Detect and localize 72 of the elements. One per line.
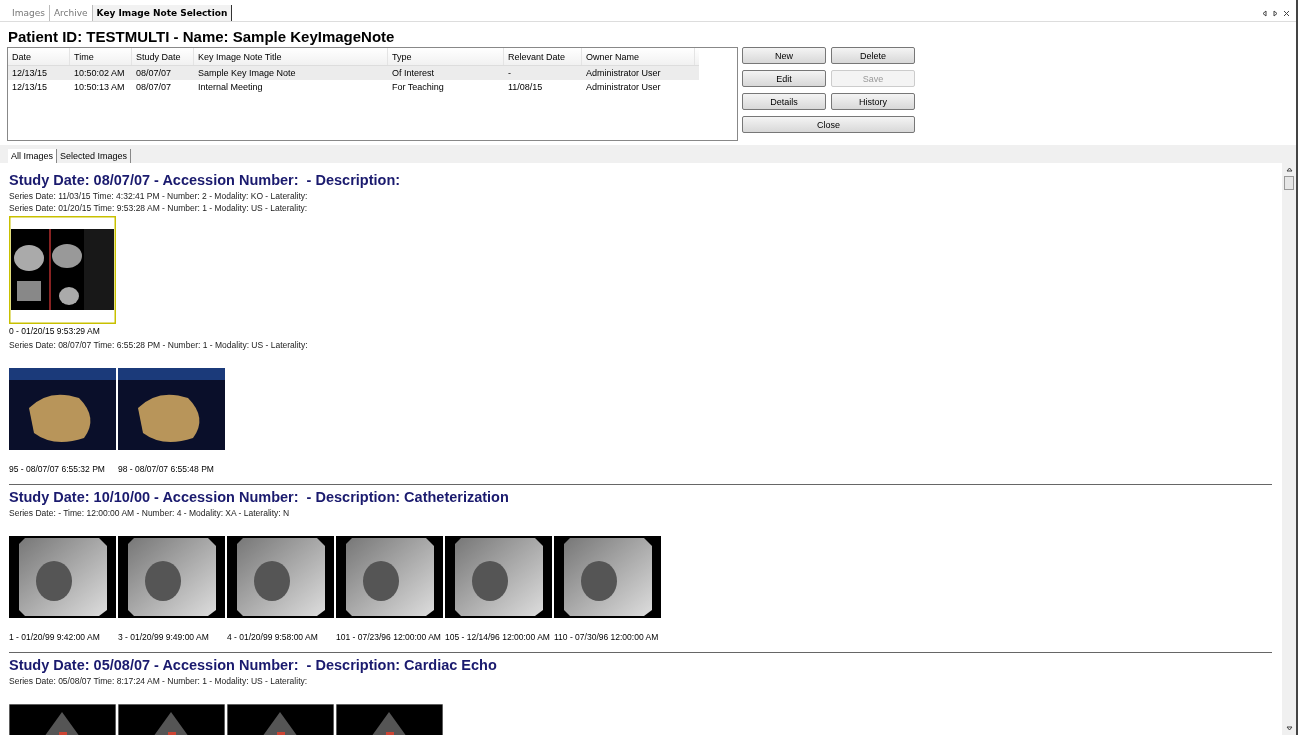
action-button[interactable]: Details (742, 93, 826, 110)
table-cell-text: Administrator User (585, 68, 662, 78)
action-button[interactable]: Delete (831, 47, 915, 64)
tab[interactable]: Selected Images (57, 149, 132, 163)
scroll-right-icon[interactable] (1272, 10, 1279, 17)
ultrasound-3d-image[interactable] (118, 368, 225, 450)
series-info: Series Date: 05/08/07 Time: 8:17:24 AM - Number: 1 - Modality: US - Laterality: (9, 676, 309, 686)
scroll-up-icon[interactable] (1285, 166, 1293, 173)
doppler-ultrasound-image[interactable] (227, 704, 334, 735)
xray-image[interactable] (554, 536, 661, 618)
image-caption: 101 - 07/23/96 12:00:00 AM (336, 632, 442, 642)
table-cell-text: 11/08/15 (507, 82, 544, 92)
study-heading: Study Date: 05/08/07 - Accession Number: - Description: Cardiac Echo (9, 657, 498, 673)
xray-image[interactable] (227, 536, 334, 618)
ultrasound-grid-image[interactable] (9, 216, 116, 324)
image-caption: 110 - 07/30/96 12:00:00 AM (554, 632, 660, 642)
column-header[interactable]: Time (70, 48, 132, 65)
series-info: Series Date: 01/20/15 Time: 9:53:28 AM - Number: 1 - Modality: US - Laterality: (9, 203, 309, 213)
image-caption: 105 - 12/14/96 12:00:00 AM (445, 632, 551, 642)
doppler-ultrasound-image[interactable] (9, 704, 116, 735)
tab[interactable]: Key Image Note Selection (92, 5, 233, 21)
xray-image[interactable] (336, 536, 443, 618)
image-caption: 98 - 08/07/07 6:55:48 PM (118, 464, 215, 474)
study-heading: Study Date: 08/07/07 - Accession Number: - Description: (9, 172, 402, 188)
table-cell-text: 10:50:02 AM (73, 68, 126, 78)
table-cell-text: 08/07/07 (135, 82, 173, 92)
action-button[interactable]: Close (742, 116, 915, 133)
series-info: Series Date: 11/03/15 Time: 4:32:41 PM - Number: 2 - Modality: KO - Laterality: (9, 191, 309, 201)
table-cell-text: Internal Meeting (197, 82, 264, 92)
table-cell-text: Of Interest (391, 68, 436, 78)
table-cell-text: Sample Key Image Note (197, 68, 297, 78)
doppler-ultrasound-image[interactable] (336, 704, 443, 735)
column-header[interactable]: Type (388, 48, 504, 65)
column-header[interactable]: Date (8, 48, 70, 65)
image-caption: 1 - 01/20/99 9:42:00 AM (9, 632, 101, 642)
column-header[interactable]: Key Image Note Title (194, 48, 388, 65)
close-icon[interactable] (1283, 10, 1290, 17)
column-header[interactable]: Relevant Date (504, 48, 582, 65)
scrollbar[interactable] (1282, 163, 1296, 735)
table-cell-text: 08/07/07 (135, 68, 173, 78)
table-cell-text: 10:50:13 AM (73, 82, 126, 92)
table-row[interactable]: 12/13/15 10:50:02 AM 08/07/07 Sample Key Image Note Of Interest - Administrator User (8, 66, 699, 80)
column-header[interactable]: Study Date (132, 48, 194, 65)
patient-header: Patient ID: TESTMULTI - Name: Sample KeyImageNote (7, 27, 396, 47)
column-header[interactable]: Owner Name (582, 48, 695, 65)
table-cell-text: Administrator User (585, 82, 662, 92)
action-button[interactable]: History (831, 93, 915, 110)
table-cell-text: 12/13/15 (11, 68, 49, 78)
series-info: Series Date: 08/07/07 Time: 6:55:28 PM - Number: 1 - Modality: US - Laterality: (9, 340, 309, 350)
image-caption: 4 - 01/20/99 9:58:00 AM (227, 632, 319, 642)
scroll-left-icon[interactable] (1261, 10, 1268, 17)
table-cell-text: For Teaching (391, 82, 445, 92)
series-info: Series Date: - Time: 12:00:00 AM - Number: 4 - Modality: XA - Laterality: N (9, 508, 291, 518)
tab[interactable]: Archive (49, 5, 93, 21)
table-row[interactable]: 12/13/15 10:50:13 AM 08/07/07 Internal Meeting For Teaching 11/08/15 Administrator User (8, 80, 699, 94)
study-heading: Study Date: 10/10/00 - Accession Number: - Description: Catheterization (9, 489, 510, 505)
action-button[interactable]: New (742, 47, 826, 64)
xray-image[interactable] (445, 536, 552, 618)
scroll-down-icon[interactable] (1285, 725, 1293, 732)
image-caption: 95 - 08/07/07 6:55:32 PM (9, 464, 106, 474)
action-button[interactable]: Edit (742, 70, 826, 87)
tab[interactable]: All Images (8, 149, 58, 163)
image-caption: 0 - 01/20/15 9:53:29 AM (9, 326, 101, 336)
scrollbar-thumb[interactable] (1284, 176, 1294, 190)
ultrasound-3d-image[interactable] (9, 368, 116, 450)
table-cell-text: - (507, 68, 512, 78)
image-caption: 3 - 01/20/99 9:49:00 AM (118, 632, 210, 642)
doppler-ultrasound-image[interactable] (118, 704, 225, 735)
tab[interactable]: Images (8, 5, 50, 21)
table-cell-text: 12/13/15 (11, 82, 49, 92)
xray-image[interactable] (118, 536, 225, 618)
xray-image[interactable] (9, 536, 116, 618)
